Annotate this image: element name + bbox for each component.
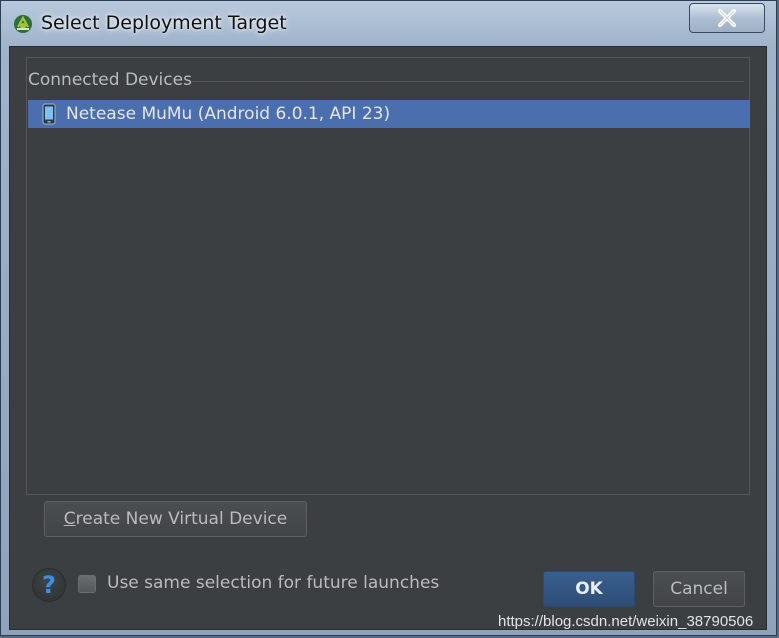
dialog-window: Select Deployment Target Connected Devic… [0,0,777,636]
group-divider [192,81,744,82]
device-label: Netease MuMu (Android 6.0.1, API 23) [66,104,391,124]
title-bar: Select Deployment Target [1,1,776,47]
device-list-panel: Connected Devices Netease MuMu (Android … [26,57,750,495]
help-button[interactable]: ? [32,568,66,602]
help-icon: ? [42,571,56,599]
close-button[interactable] [689,3,765,33]
phone-icon [38,102,60,126]
dialog-title: Select Deployment Target [41,12,287,34]
group-header: Connected Devices [28,70,192,90]
create-button-label: reate New Virtual Device [75,509,288,529]
remember-selection-label[interactable]: Use same selection for future launches [107,573,439,593]
dialog-content: Connected Devices Netease MuMu (Android … [9,46,767,630]
create-virtual-device-button[interactable]: Create New Virtual Device [44,501,307,537]
cancel-button[interactable]: Cancel [653,571,745,607]
android-studio-icon [13,14,33,34]
mnemonic-letter: C [63,509,76,529]
watermark: https://blog.csdn.net/weixin_38790506 [498,613,754,630]
close-icon [716,9,738,27]
device-row-netease-mumu[interactable]: Netease MuMu (Android 6.0.1, API 23) [28,100,750,128]
remember-selection-checkbox[interactable] [78,575,96,593]
ok-button[interactable]: OK [543,571,635,607]
